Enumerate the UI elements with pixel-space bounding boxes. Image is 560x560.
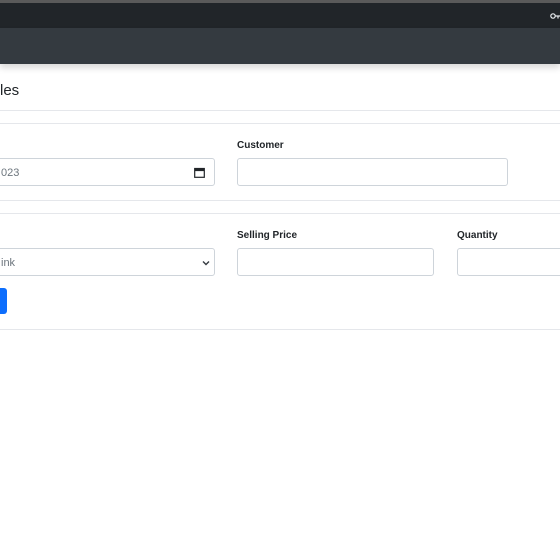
navbar [0, 28, 560, 64]
customer-label: Customer [237, 140, 284, 151]
selling-price-input[interactable] [237, 248, 434, 276]
quantity-label: Quantity [457, 230, 498, 241]
selling-price-label: Selling Price [237, 230, 298, 241]
key-icon[interactable] [550, 11, 560, 21]
product-select[interactable]: ink [0, 248, 215, 276]
date-field[interactable]: 023 [0, 158, 215, 186]
calendar-icon[interactable] [194, 167, 205, 178]
divider [0, 123, 560, 124]
customer-input[interactable] [237, 158, 508, 186]
page-title: les [0, 82, 20, 99]
divider [0, 110, 560, 111]
product-value: ink [1, 257, 16, 269]
divider [0, 329, 560, 330]
top-bar [0, 0, 560, 28]
quantity-input[interactable] [457, 248, 560, 276]
date-value: 023 [1, 167, 20, 179]
chevron-down-icon [202, 261, 210, 266]
divider [0, 213, 560, 214]
divider [0, 200, 560, 201]
add-button[interactable] [0, 288, 7, 314]
